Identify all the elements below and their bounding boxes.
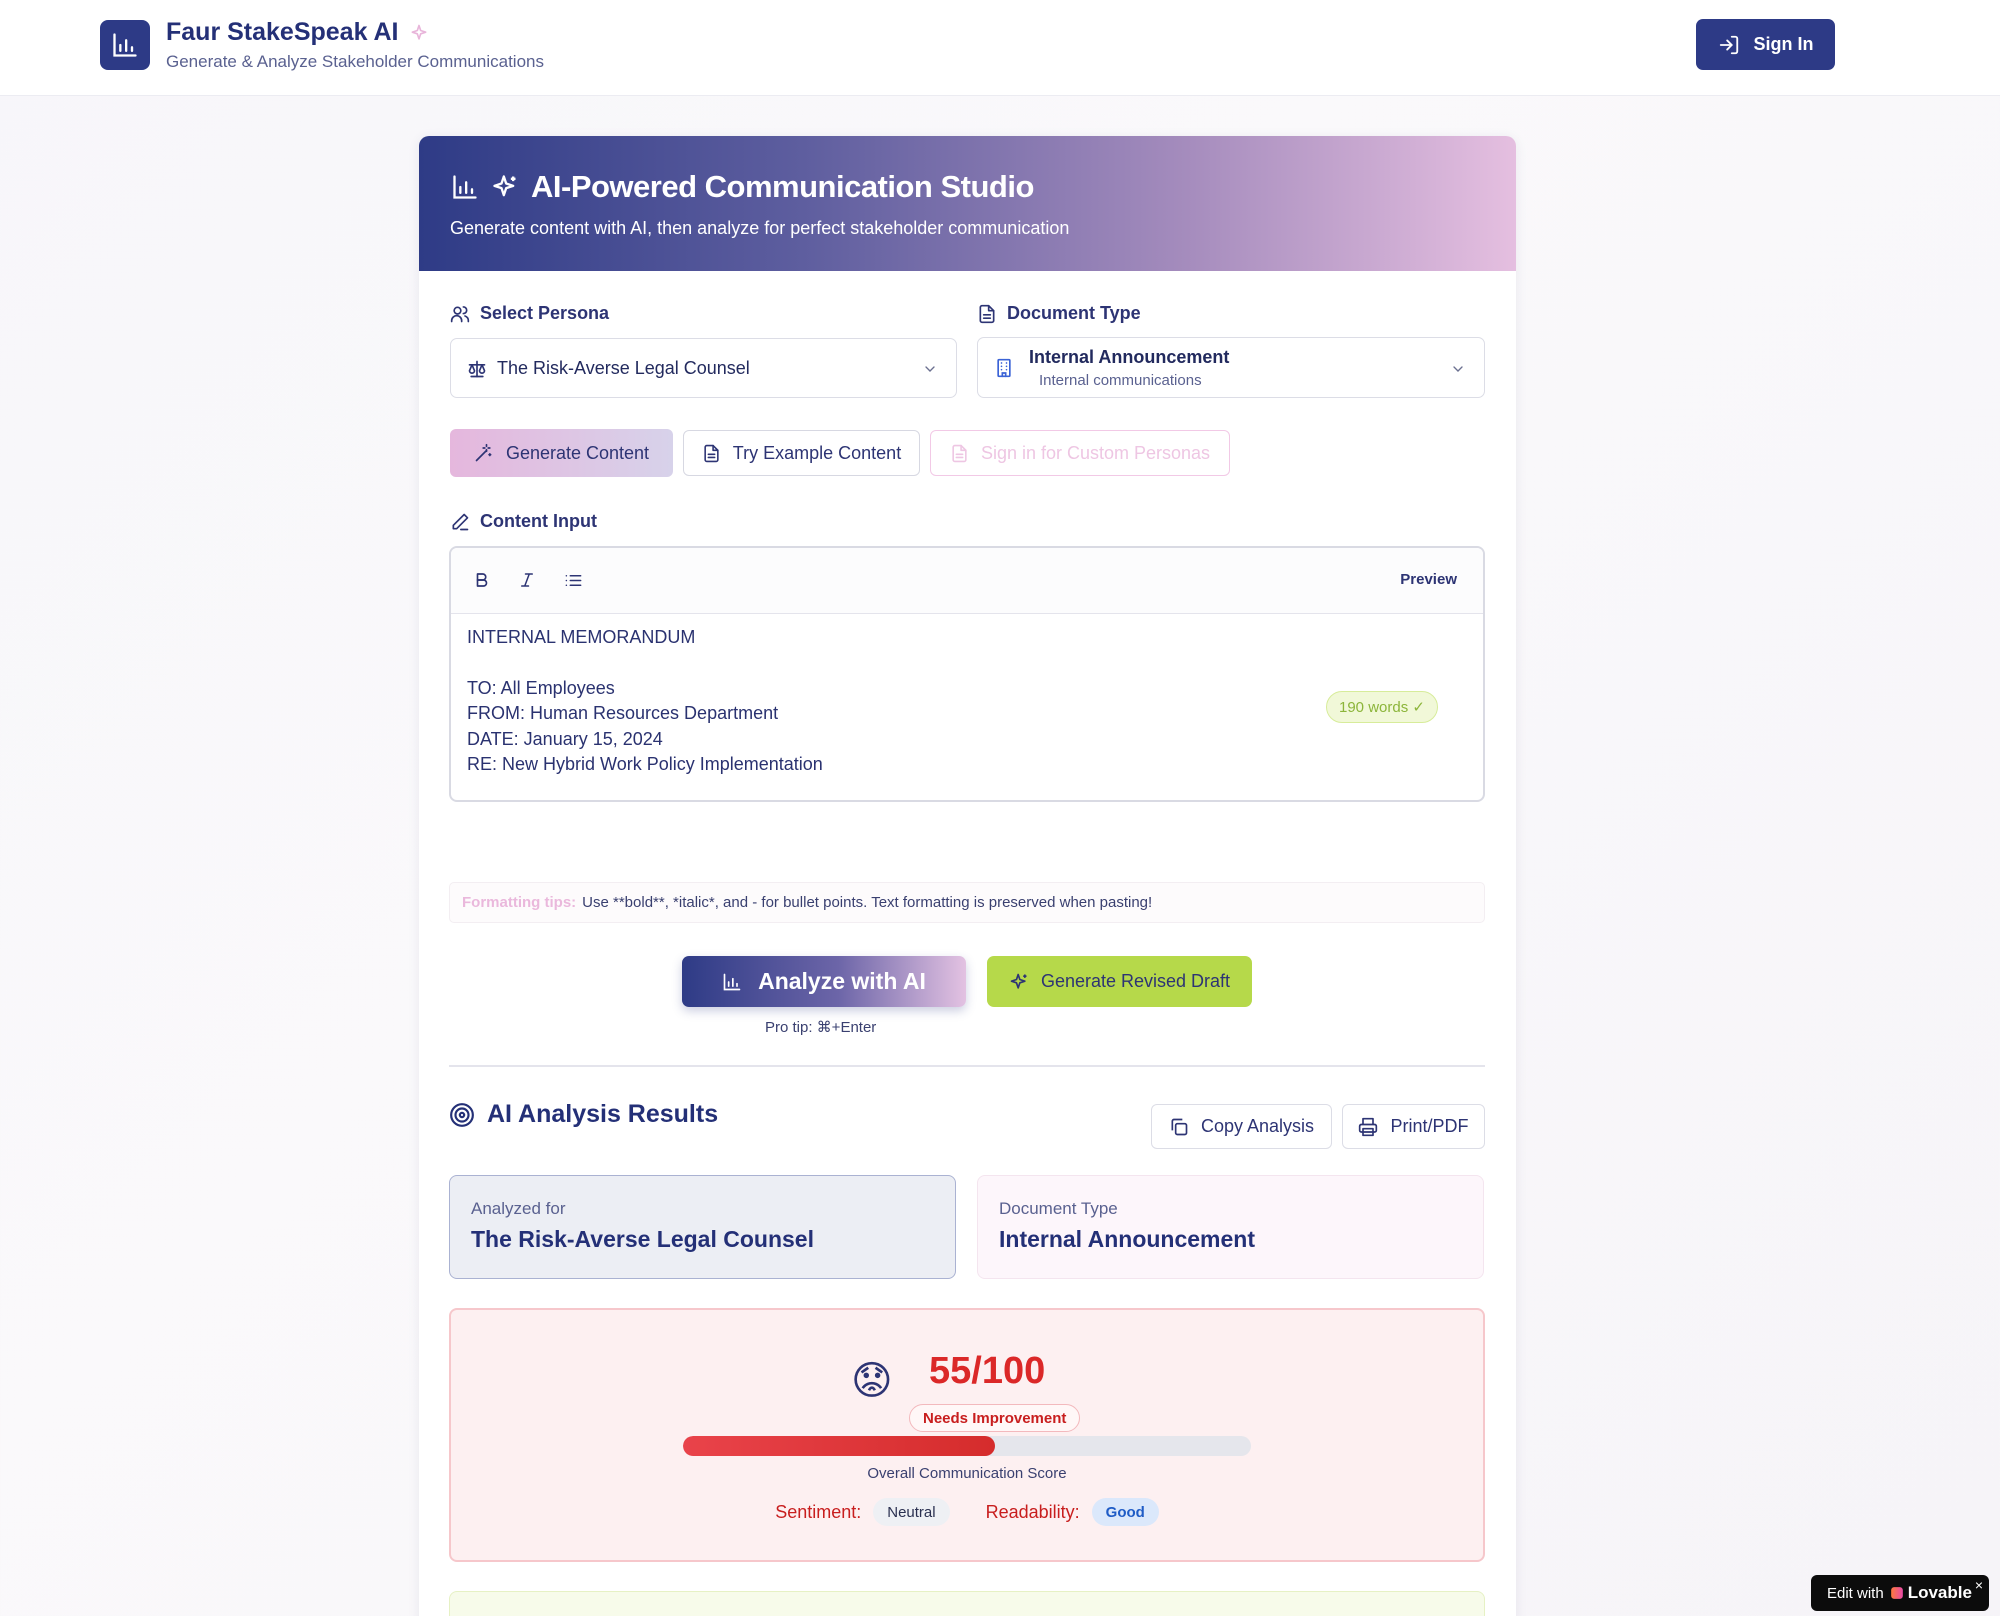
sign-in-icon (1718, 34, 1740, 56)
pro-tip: Pro tip: ⌘+Enter (765, 1019, 877, 1036)
score-status-badge: Needs Improvement (909, 1404, 1081, 1432)
formatting-tips-text: Use **bold**, *italic*, and - for bullet… (582, 894, 1153, 911)
hero-title: AI-Powered Communication Studio (531, 169, 1034, 204)
document-type-select[interactable]: Internal Announcement Internal communica… (977, 337, 1485, 398)
printer-icon (1358, 1117, 1378, 1137)
persona-select[interactable]: The Risk-Averse Legal Counsel (450, 338, 957, 398)
persona-label-text: Select Persona (480, 303, 610, 323)
generate-content-label: Generate Content (505, 442, 650, 463)
document-type-label: Document Type (977, 303, 1141, 324)
worried-face-icon: 😟 (851, 1359, 893, 1403)
score-caption: Overall Communication Score (867, 1465, 1067, 1482)
score-value: 55/100 (929, 1350, 1046, 1392)
content-input-label-text: Content Input (480, 511, 597, 531)
print-pdf-button[interactable]: Print/PDF (1342, 1104, 1485, 1149)
chevron-down-icon (922, 361, 938, 377)
hero-subtitle: Generate content with AI, then analyze f… (450, 218, 1070, 238)
results-title: AI Analysis Results (449, 1100, 718, 1129)
generate-content-button[interactable]: Generate Content (450, 429, 673, 477)
chart-icon (451, 173, 479, 201)
sparkles-icon (409, 23, 429, 43)
preview-button[interactable]: Preview (1400, 571, 1457, 588)
analyze-label: Analyze with AI (758, 968, 926, 994)
analyzed-for-value: The Risk-Averse Legal Counsel (471, 1226, 814, 1252)
word-count-badge: 190 words ✓ (1326, 691, 1438, 723)
lovable-brand-text: Lovable (1907, 1583, 1972, 1602)
sparkles-icon (491, 173, 519, 201)
edit-with-lovable-badge[interactable]: Edit with Lovable × (1811, 1575, 1989, 1611)
document-icon (702, 444, 721, 463)
document-type-result-value: Internal Announcement (999, 1226, 1255, 1252)
custom-personas-label: Sign in for Custom Personas (980, 442, 1211, 463)
scale-icon (467, 359, 487, 379)
persona-selected-value: The Risk-Averse Legal Counsel (497, 358, 750, 378)
content-textarea[interactable]: INTERNAL MEMORANDUM TO: All Employees FR… (467, 625, 1467, 800)
analyzed-for-label: Analyzed for (471, 1199, 566, 1218)
analyze-with-ai-button[interactable]: Analyze with AI (682, 956, 966, 1007)
copy-analysis-label: Copy Analysis (1200, 1116, 1315, 1136)
app-title: Faur StakeSpeak AI (166, 18, 429, 47)
sparkles-icon (1009, 972, 1029, 992)
chart-logo-icon (100, 20, 150, 70)
chart-icon (722, 972, 742, 992)
sentiment-badge: Neutral (873, 1498, 950, 1526)
results-title-text: AI Analysis Results (487, 1100, 719, 1128)
target-icon (449, 1102, 475, 1128)
document-type-label-text: Document Type (1007, 303, 1141, 323)
section-divider (449, 1065, 1485, 1067)
top-header: Faur StakeSpeak AI Generate & Analyze St… (0, 0, 2000, 96)
content-editor[interactable]: Preview INTERNAL MEMORANDUM TO: All Empl… (449, 546, 1485, 802)
document-type-box: Document Type Internal Announcement (977, 1175, 1484, 1279)
close-icon[interactable]: × (1975, 1577, 1983, 1593)
sentiment-label: Sentiment: (775, 1501, 862, 1522)
chevron-down-icon (1450, 361, 1466, 377)
generate-revised-draft-button[interactable]: Generate Revised Draft (987, 956, 1252, 1007)
document-icon (977, 304, 997, 324)
users-icon (450, 304, 470, 324)
hero-banner: AI-Powered Communication Studio Generate… (419, 136, 1516, 271)
document-type-selected-value: Internal Announcement (1029, 347, 1230, 367)
score-metrics: Sentiment: Neutral Readability: Good (451, 1498, 1483, 1526)
magic-wand-icon (474, 443, 494, 463)
print-pdf-label: Print/PDF (1390, 1116, 1469, 1136)
custom-personas-button[interactable]: Sign in for Custom Personas (930, 430, 1230, 476)
bullet-list-icon[interactable] (564, 571, 583, 590)
document-type-description: Internal communications (1039, 372, 1202, 389)
document-type-result-label: Document Type (999, 1199, 1118, 1218)
app-title-text: Faur StakeSpeak AI (166, 18, 399, 46)
content-input-label: Content Input (450, 511, 597, 532)
italic-icon[interactable] (518, 571, 536, 589)
sign-in-button[interactable]: Sign In (1696, 19, 1835, 70)
bold-icon[interactable] (473, 571, 491, 589)
try-example-label: Try Example Content (732, 442, 902, 463)
sign-in-label: Sign In (1753, 34, 1814, 54)
analyzed-for-box: Analyzed for The Risk-Averse Legal Couns… (449, 1175, 956, 1279)
copy-analysis-button[interactable]: Copy Analysis (1151, 1104, 1332, 1149)
score-status-text: Needs Improvement (923, 1409, 1067, 1427)
try-example-button[interactable]: Try Example Content (683, 430, 920, 476)
score-progress-fill (683, 1436, 996, 1456)
building-icon (994, 358, 1014, 378)
pencil-icon (450, 512, 470, 532)
next-analysis-panel (449, 1591, 1485, 1616)
lovable-brand: Lovable (1890, 1583, 1972, 1603)
editor-toolbar: Preview (451, 548, 1483, 614)
app-subtitle: Generate & Analyze Stakeholder Communica… (166, 52, 544, 71)
revise-label: Generate Revised Draft (1040, 971, 1231, 991)
document-icon (950, 444, 969, 463)
score-panel: 😟 55/100 Needs Improvement Overall Commu… (449, 1308, 1485, 1562)
copy-icon (1169, 1117, 1189, 1137)
readability-badge: Good (1091, 1498, 1159, 1526)
readability-label: Readability: (985, 1501, 1080, 1522)
formatting-tips: Formatting tips: Use **bold**, *italic*,… (449, 882, 1485, 923)
communication-studio-card: AI-Powered Communication Studio Generate… (419, 136, 1516, 1616)
heart-icon (1890, 1586, 1904, 1600)
persona-label: Select Persona (450, 303, 609, 324)
word-count-text: 190 words ✓ (1339, 699, 1425, 716)
formatting-tips-label: Formatting tips: (462, 894, 577, 911)
edit-with-text: Edit with (1827, 1584, 1884, 1602)
score-progress-track (683, 1436, 1251, 1456)
